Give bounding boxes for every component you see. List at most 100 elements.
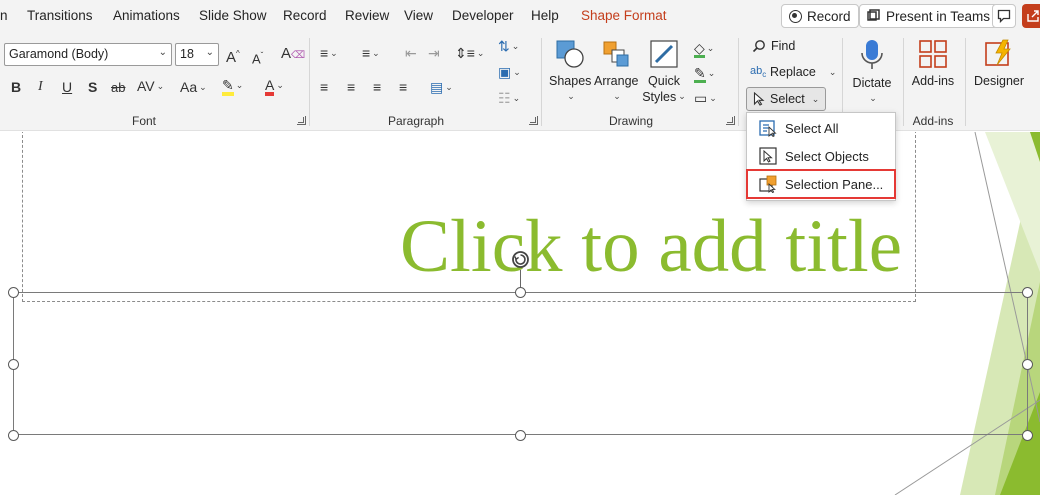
bullets-icon[interactable]: ≡ ⌄ xyxy=(320,45,338,61)
resize-handle-top-left[interactable] xyxy=(8,287,19,298)
menu-item-select-objects[interactable]: Select Objects xyxy=(747,142,895,170)
find-button[interactable]: Find xyxy=(752,39,795,53)
group-separator xyxy=(903,38,904,126)
group-label-paragraph: Paragraph xyxy=(387,114,445,128)
share-icon xyxy=(1027,10,1039,22)
designer-icon xyxy=(985,39,1011,66)
drawing-dialog-launcher-icon[interactable] xyxy=(726,116,735,125)
resize-handle-bottom-right[interactable] xyxy=(1022,430,1033,441)
select-button[interactable]: Select ⌄ xyxy=(746,87,827,111)
select-all-icon xyxy=(759,120,777,137)
comments-button[interactable] xyxy=(992,4,1016,28)
align-center-icon[interactable]: ≡ xyxy=(347,79,355,95)
italic-icon[interactable]: I xyxy=(38,79,43,95)
arrange-button[interactable]: Arrange ⌄ xyxy=(594,38,638,104)
group-separator xyxy=(738,38,739,126)
tab-animations[interactable]: Animations xyxy=(113,8,180,23)
tab-view[interactable]: View xyxy=(404,8,433,23)
resize-handle-bottom-left[interactable] xyxy=(8,430,19,441)
font-color-icon[interactable]: A ⌄ xyxy=(265,77,284,96)
shapes-icon xyxy=(556,40,584,68)
title-placeholder-text[interactable]: Click to add title xyxy=(400,204,902,290)
microphone-icon xyxy=(861,40,883,69)
clear-formatting-icon[interactable]: A⌫ xyxy=(281,46,305,64)
chevron-down-icon: ⌄ xyxy=(811,93,820,104)
chevron-down-icon: ⌄ xyxy=(613,91,621,101)
font-size-combo[interactable]: 18 ⌄ xyxy=(175,43,219,66)
tab-design-partial[interactable]: n xyxy=(0,8,8,23)
tab-record[interactable]: Record xyxy=(283,8,327,23)
line-spacing-icon[interactable]: ⇕≡ ⌄ xyxy=(455,45,484,61)
tab-transitions[interactable]: Transitions xyxy=(27,8,93,23)
text-direction-icon[interactable]: ⇅ ⌄ xyxy=(498,38,519,54)
align-text-icon[interactable]: ▣ ⌄ xyxy=(498,64,521,80)
rotate-connector xyxy=(520,270,521,287)
font-dialog-launcher-icon[interactable] xyxy=(297,116,306,125)
dictate-button[interactable]: Dictate ⌄ xyxy=(850,38,894,106)
font-name-combo[interactable]: Garamond (Body) ⌄ xyxy=(4,43,172,66)
tab-shape-format[interactable]: Shape Format xyxy=(581,8,667,23)
increase-indent-icon[interactable]: ⇥ xyxy=(428,45,440,61)
decrease-indent-icon[interactable]: ⇤ xyxy=(405,45,417,61)
teams-icon xyxy=(867,9,880,21)
group-separator xyxy=(309,38,310,126)
bold-icon[interactable]: B xyxy=(11,79,21,95)
numbering-icon[interactable]: ≡ ⌄ xyxy=(362,45,380,61)
shape-effects-icon[interactable]: ▭ ⌄ xyxy=(694,90,717,106)
change-case-icon[interactable]: Aa ⌄ xyxy=(180,79,207,95)
text-shadow-icon[interactable]: S xyxy=(88,79,97,95)
group-separator xyxy=(965,38,966,126)
replace-button[interactable]: abc Replace ⌄ xyxy=(750,65,836,79)
tab-slide-show[interactable]: Slide Show xyxy=(199,8,267,23)
chevron-down-icon: ⌄ xyxy=(869,93,877,103)
chevron-down-icon: ⌄ xyxy=(158,47,167,58)
shape-outline-icon[interactable]: ✎ ⌄ xyxy=(694,65,715,83)
align-left-icon[interactable]: ≡ xyxy=(320,79,328,95)
menu-item-selection-pane[interactable]: Selection Pane... xyxy=(746,169,896,199)
resize-handle-top[interactable] xyxy=(515,287,526,298)
decrease-font-size-icon[interactable]: Aˇ xyxy=(252,48,263,67)
highlight-color-icon[interactable]: ✎ ⌄ xyxy=(222,77,243,96)
shape-fill-icon[interactable]: ◇ ⌄ xyxy=(694,40,714,58)
record-icon xyxy=(789,9,802,23)
search-icon xyxy=(752,40,765,53)
quick-styles-icon xyxy=(650,40,678,68)
shapes-button[interactable]: Shapes ⌄ xyxy=(549,38,591,104)
selected-shape-box[interactable] xyxy=(13,292,1028,435)
rotate-handle-icon[interactable] xyxy=(510,249,531,270)
justify-icon[interactable]: ≡ xyxy=(399,79,407,95)
select-objects-icon xyxy=(759,147,777,165)
present-in-teams-button[interactable]: Present in Teams xyxy=(859,4,999,28)
resize-handle-bottom[interactable] xyxy=(515,430,526,441)
strikethrough-icon[interactable]: ab xyxy=(111,80,125,96)
pointer-icon xyxy=(753,92,765,106)
designer-button[interactable]: Designer xyxy=(972,38,1026,89)
menu-item-select-all[interactable]: Select All xyxy=(747,114,895,142)
group-label-font: Font xyxy=(131,114,157,128)
add-ins-button[interactable]: Add-ins xyxy=(908,38,958,89)
group-label-drawing: Drawing xyxy=(608,114,654,128)
tab-review[interactable]: Review xyxy=(345,8,389,23)
align-right-icon[interactable]: ≡ xyxy=(373,79,381,95)
underline-icon[interactable]: U xyxy=(62,79,72,95)
record-button[interactable]: Record xyxy=(781,4,859,28)
character-spacing-icon[interactable]: AV ⌄ xyxy=(137,78,164,94)
comment-icon xyxy=(997,9,1011,23)
group-separator xyxy=(541,38,542,126)
increase-font-size-icon[interactable]: A^ xyxy=(226,46,240,66)
resize-handle-top-right[interactable] xyxy=(1022,287,1033,298)
resize-handle-right[interactable] xyxy=(1022,359,1033,370)
paragraph-dialog-launcher-icon[interactable] xyxy=(529,116,538,125)
tab-help[interactable]: Help xyxy=(531,8,559,23)
share-button[interactable] xyxy=(1022,4,1040,28)
add-ins-icon xyxy=(919,40,947,68)
tab-developer[interactable]: Developer xyxy=(452,8,514,23)
columns-icon[interactable]: ▤ ⌄ xyxy=(430,79,453,95)
resize-handle-left[interactable] xyxy=(8,359,19,370)
arrange-icon xyxy=(603,41,629,67)
replace-icon: abc xyxy=(750,65,767,80)
chevron-down-icon: ⌄ xyxy=(205,47,214,58)
convert-to-smartart-icon[interactable]: ☷ ⌄ xyxy=(498,90,520,106)
quick-styles-button[interactable]: Quick Styles ⌄ xyxy=(641,38,687,105)
ribbon-tab-bar: n Transitions Animations Slide Show Reco… xyxy=(0,0,1040,32)
